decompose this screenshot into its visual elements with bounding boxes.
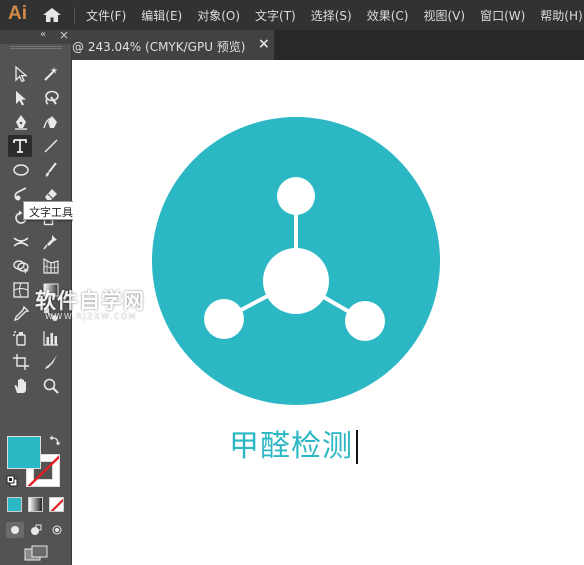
menu-object[interactable]: 对象(O) — [197, 7, 240, 24]
puppet-warp-tool-icon[interactable] — [39, 231, 63, 253]
none-mode-button[interactable] — [49, 497, 64, 512]
paintbrush-tool-icon[interactable] — [39, 159, 63, 181]
menu-window[interactable]: 窗口(W) — [480, 7, 525, 24]
close-panel-icon[interactable]: × — [59, 28, 69, 42]
type-tool-icon[interactable] — [8, 135, 32, 157]
atom-top — [277, 177, 315, 215]
menu-items: 文件(F) 编辑(E) 对象(O) 文字(T) 选择(S) 效果(C) 视图(V… — [86, 0, 583, 30]
menu-type[interactable]: 文字(T) — [255, 7, 296, 24]
column-graph-tool-icon[interactable] — [39, 327, 63, 349]
blend-tool-icon[interactable] — [39, 303, 63, 325]
molecule-icon[interactable] — [151, 116, 441, 406]
draw-normal-icon — [11, 526, 19, 534]
swap-fill-stroke-icon[interactable] — [48, 434, 62, 448]
artboard-canvas[interactable]: 甲醛检测 — [73, 60, 584, 565]
atom-right — [345, 301, 385, 341]
draw-inside-button[interactable] — [48, 522, 66, 538]
menu-edit[interactable]: 编辑(E) — [141, 7, 182, 24]
none-slash-icon — [50, 498, 63, 511]
document-tab[interactable]: @ 243.04% (CMYK/GPU 预览) × — [72, 30, 274, 60]
direct-selection-tool-icon[interactable] — [9, 87, 33, 109]
perspective-grid-tool-icon[interactable] — [39, 255, 63, 277]
close-tab-icon[interactable]: × — [258, 36, 270, 52]
magic-wand-icon[interactable] — [39, 63, 63, 85]
tools-panel: « × 文字工具 (T) — [0, 28, 98, 565]
home-icon[interactable] — [42, 7, 62, 23]
slice-tool-icon[interactable] — [39, 351, 63, 373]
atom-left — [204, 299, 244, 339]
mesh-tool-icon[interactable] — [9, 279, 33, 301]
menu-select[interactable]: 选择(S) — [311, 7, 352, 24]
color-mode-button[interactable] — [7, 497, 22, 512]
menu-bar: Ai 文件(F) 编辑(E) 对象(O) 文字(T) 选择(S) 效果(C) 视… — [0, 0, 584, 30]
curvature-tool-icon[interactable] — [39, 111, 63, 133]
pen-tool-icon[interactable] — [9, 111, 33, 133]
line-segment-tool-icon[interactable] — [39, 135, 63, 157]
eyedropper-tool-icon[interactable] — [9, 303, 33, 325]
gradient-tool-icon[interactable] — [39, 279, 63, 301]
tools-panel-header: « × — [0, 28, 72, 44]
gradient-mode-button[interactable] — [28, 497, 43, 512]
collapse-panel-icon[interactable]: « — [40, 29, 46, 40]
ellipse-tool-icon[interactable] — [9, 159, 33, 181]
draw-normal-button[interactable] — [6, 522, 24, 538]
fill-color-swatch[interactable] — [7, 436, 41, 469]
change-screen-mode-icon[interactable] — [24, 545, 48, 563]
symbol-sprayer-tool-icon[interactable] — [9, 327, 33, 349]
zoom-tool-icon[interactable] — [39, 375, 63, 397]
draw-behind-icon — [31, 524, 42, 535]
document-text[interactable]: 甲醛检测 — [229, 427, 353, 467]
app-logo: Ai — [8, 3, 27, 24]
default-fill-stroke-icon[interactable] — [6, 475, 18, 487]
selection-tool-icon[interactable] — [9, 63, 33, 85]
panel-grip[interactable] — [10, 46, 62, 49]
text-insertion-cursor — [356, 430, 358, 464]
text-frame[interactable]: 甲醛检测 — [229, 427, 358, 467]
lasso-tool-icon[interactable] — [39, 87, 63, 109]
document-tab-title: @ 243.04% (CMYK/GPU 预览) — [72, 40, 246, 54]
width-tool-icon[interactable] — [9, 231, 33, 253]
menu-effect[interactable]: 效果(C) — [367, 7, 409, 24]
menu-view[interactable]: 视图(V) — [423, 7, 465, 24]
draw-behind-button[interactable] — [27, 522, 45, 538]
atom-center — [263, 248, 329, 314]
shape-builder-tool-icon[interactable] — [9, 255, 33, 277]
artboard-tool-icon[interactable] — [9, 351, 33, 373]
menu-help[interactable]: 帮助(H) — [540, 7, 582, 24]
document-tab-bar: @ 243.04% (CMYK/GPU 预览) × — [72, 30, 584, 60]
draw-inside-icon — [52, 525, 62, 535]
menu-separator — [74, 7, 75, 24]
menu-file[interactable]: 文件(F) — [86, 7, 126, 24]
hand-tool-icon[interactable] — [9, 375, 33, 397]
